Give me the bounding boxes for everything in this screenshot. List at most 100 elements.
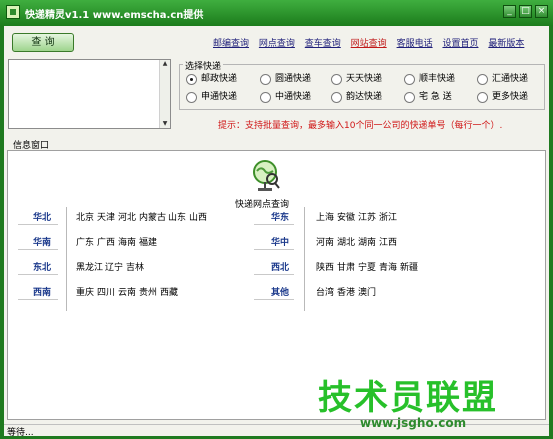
city-link[interactable]: 广西	[97, 235, 115, 248]
region-label-underline	[18, 299, 58, 300]
city-link[interactable]: 甘肃	[337, 260, 355, 273]
link-vehicle[interactable]: 查车查询	[305, 36, 341, 49]
radio-circle-icon[interactable]	[404, 92, 415, 103]
region-label-0[interactable]: 华北	[22, 210, 62, 223]
city-link[interactable]: 陕西	[316, 260, 334, 273]
region-label-7[interactable]: 其他	[260, 285, 300, 298]
city-link[interactable]: 宁夏	[358, 260, 376, 273]
city-link[interactable]: 湖北	[337, 235, 355, 248]
city-link[interactable]: 新疆	[400, 260, 418, 273]
region-label-1[interactable]: 华东	[260, 210, 300, 223]
region-label-underline	[254, 274, 294, 275]
city-link[interactable]: 上海	[316, 210, 334, 223]
region-label-4[interactable]: 东北	[22, 260, 62, 273]
status-text: 等待...	[7, 428, 34, 438]
window-title: 快递精灵v1.1 www.emscha.cn提供	[25, 10, 204, 21]
region-separator	[66, 207, 67, 311]
carrier-groupbox: 选择快递 邮政快递 圆通快递 天天快递 顺丰快递 汇通快递申通快递 中通快递 韵达快递 宅 急…	[179, 59, 545, 110]
region-label-underline	[18, 274, 58, 275]
close-button[interactable]: ×	[535, 5, 548, 18]
link-branch[interactable]: 网点查询	[259, 36, 295, 49]
region-label-5[interactable]: 西北	[260, 260, 300, 273]
region-label-underline	[254, 249, 294, 250]
city-link[interactable]: 四川	[97, 285, 115, 298]
region-separator	[304, 207, 305, 311]
top-links: 邮编查询 网点查询 查车查询 网站查询 客服电话 设置首页 最新版本	[213, 36, 531, 49]
input-scrollbar[interactable]: ▲ ▼	[159, 60, 170, 128]
info-window-panel: 快递网点查询 华北 北京 天津 河北 内蒙古 山东 山西 华东 上海 安徽 江苏 浙江华南 广东 广西 海南…	[7, 150, 546, 420]
radio-circle-icon[interactable]	[260, 74, 271, 85]
radio-circle-icon[interactable]	[477, 92, 488, 103]
carrier-radio-label: 申通快递	[201, 92, 238, 102]
city-link[interactable]: 贵州	[139, 285, 157, 298]
city-link[interactable]: 海南	[118, 235, 136, 248]
city-link[interactable]: 江苏	[358, 210, 376, 223]
region-label-underline	[254, 224, 294, 225]
region-label-3[interactable]: 华中	[260, 235, 300, 248]
minimize-button[interactable]: _	[503, 5, 516, 18]
city-link[interactable]: 西藏	[160, 285, 178, 298]
radio-circle-icon[interactable]	[404, 74, 415, 85]
carrier-radio-label: 邮政快递	[201, 74, 238, 84]
globe-search-icon	[253, 160, 280, 191]
center-title: 快递网点查询	[235, 200, 290, 210]
app-icon	[6, 5, 20, 19]
link-postcode[interactable]: 邮编查询	[213, 36, 249, 49]
city-link[interactable]: 山东	[168, 210, 186, 223]
city-link[interactable]: 浙江	[379, 210, 397, 223]
scroll-up-icon[interactable]: ▲	[161, 60, 169, 68]
city-link[interactable]: 黑龙江	[76, 260, 103, 273]
city-link[interactable]: 内蒙古	[139, 210, 166, 223]
carrier-radio-label: 中通快递	[275, 92, 312, 102]
client-area: 查 询 邮编查询 网点查询 查车查询 网站查询 客服电话 设置首页 最新版本 ▲…	[4, 26, 549, 438]
app-window: 快递精灵v1.1 www.emscha.cn提供 _ □ × 查 询 邮编查询 …	[0, 0, 553, 439]
carrier-radio-label: 圆通快递	[275, 74, 312, 84]
link-service-phone[interactable]: 客服电话	[397, 36, 433, 49]
city-link[interactable]: 福建	[139, 235, 157, 248]
city-link[interactable]: 澳门	[358, 285, 376, 298]
city-link[interactable]: 重庆	[76, 285, 94, 298]
tracking-number-input[interactable]: ▲ ▼	[8, 59, 171, 129]
scroll-down-icon[interactable]: ▼	[161, 120, 169, 128]
region-label-underline	[254, 299, 294, 300]
tip-text: 提示：支持批量查询，最多输入10个同一公司的快递单号（每行一个）.	[218, 121, 503, 131]
city-link[interactable]: 湖南	[358, 235, 376, 248]
title-bar: 快递精灵v1.1 www.emscha.cn提供 _ □ ×	[0, 0, 553, 26]
radio-circle-icon[interactable]	[260, 92, 271, 103]
carrier-radio-label: 天天快递	[346, 74, 383, 84]
city-link[interactable]: 江西	[379, 235, 397, 248]
city-link[interactable]: 山西	[189, 210, 207, 223]
city-link[interactable]: 天津	[97, 210, 115, 223]
city-link[interactable]: 安徽	[337, 210, 355, 223]
region-label-underline	[18, 224, 58, 225]
carrier-radio-label: 顺丰快递	[419, 74, 456, 84]
query-button[interactable]: 查 询	[12, 33, 74, 52]
city-link[interactable]: 台湾	[316, 285, 334, 298]
carrier-radio-label: 汇通快递	[492, 74, 529, 84]
radio-circle-icon[interactable]	[477, 74, 488, 85]
city-link[interactable]: 广东	[76, 235, 94, 248]
city-link[interactable]: 吉林	[126, 260, 144, 273]
city-link[interactable]: 北京	[76, 210, 94, 223]
city-link[interactable]: 香港	[337, 285, 355, 298]
city-link[interactable]: 河北	[118, 210, 136, 223]
region-label-6[interactable]: 西南	[22, 285, 62, 298]
carrier-radio-label: 宅 急 送	[419, 92, 452, 102]
city-link[interactable]: 河南	[316, 235, 334, 248]
region-label-underline	[18, 249, 58, 250]
link-latest-version[interactable]: 最新版本	[488, 36, 524, 49]
radio-circle-icon[interactable]	[186, 92, 197, 103]
radio-circle-icon[interactable]	[186, 74, 197, 85]
city-link[interactable]: 辽宁	[105, 260, 123, 273]
carrier-radio-label: 韵达快递	[346, 92, 383, 102]
region-label-2[interactable]: 华南	[22, 235, 62, 248]
radio-circle-icon[interactable]	[331, 74, 342, 85]
city-link[interactable]: 云南	[118, 285, 136, 298]
link-website[interactable]: 网站查询	[351, 36, 387, 49]
carrier-group-legend: 选择快递	[183, 59, 224, 72]
radio-circle-icon[interactable]	[331, 92, 342, 103]
link-set-homepage[interactable]: 设置首页	[442, 36, 478, 49]
maximize-button[interactable]: □	[519, 5, 532, 18]
city-link[interactable]: 青海	[379, 260, 397, 273]
carrier-radio-label: 更多快递	[492, 92, 529, 102]
